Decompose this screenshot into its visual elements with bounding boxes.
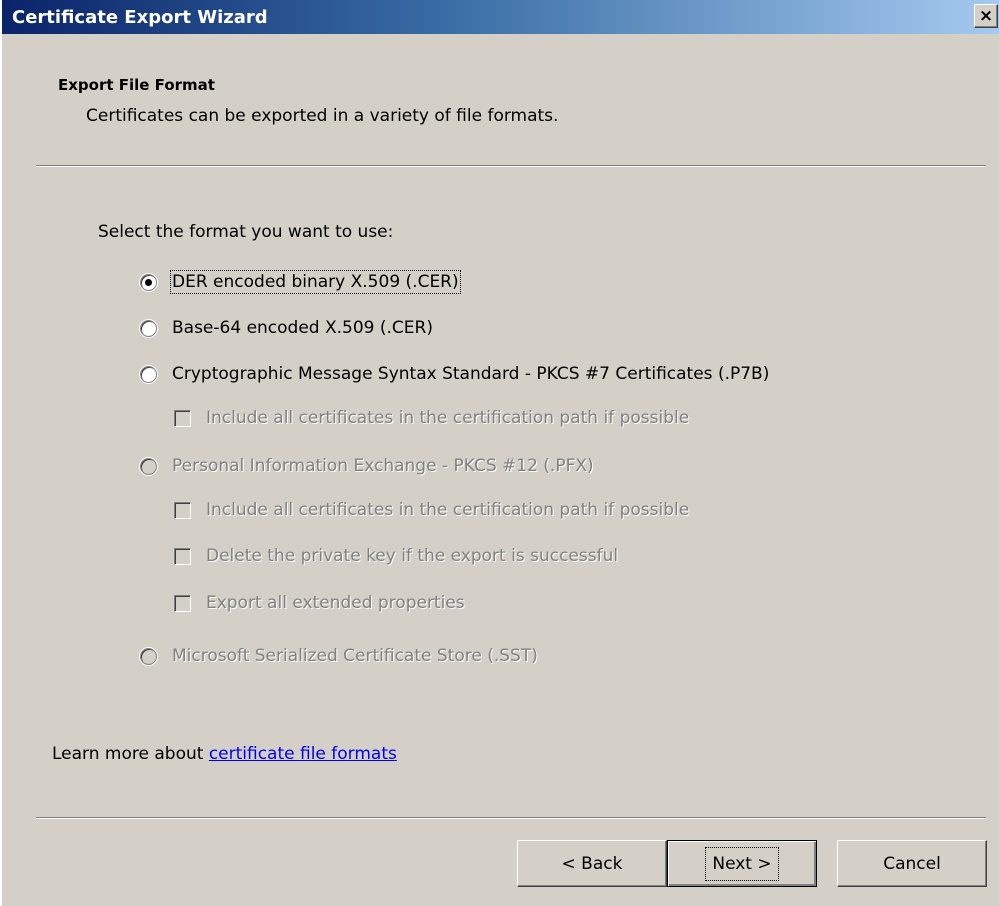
checkbox-pfx-include-path-label: Include all certificates in the certific…: [206, 500, 690, 520]
learn-more-text: Learn more about certificate file format…: [52, 744, 397, 764]
radio-pkcs7-p7b-label[interactable]: Cryptographic Message Syntax Standard - …: [172, 364, 769, 384]
certificate-export-wizard-window: Certificate Export Wizard × Export File …: [0, 0, 999, 906]
title-bar[interactable]: Certificate Export Wizard ×: [2, 0, 999, 34]
radio-der-cer[interactable]: DER encoded binary X.509 (.CER): [140, 270, 461, 294]
radio-pkcs7-p7b-indicator[interactable]: [140, 365, 157, 383]
checkbox-pfx-include-path-box: [174, 501, 191, 519]
radio-pkcs12-pfx-indicator: [140, 457, 157, 475]
radio-sst-label: Microsoft Serialized Certificate Store (…: [172, 646, 538, 666]
back-button-label[interactable]: < Back: [562, 854, 623, 874]
radio-pkcs12-pfx: Personal Information Exchange - PKCS #12…: [140, 456, 594, 476]
cancel-button[interactable]: Cancel: [837, 840, 987, 887]
close-icon: ×: [978, 5, 994, 26]
format-prompt: Select the format you want to use:: [98, 222, 394, 242]
checkbox-delete-private-key: Delete the private key if the export is …: [174, 546, 618, 566]
learn-more-prefix: Learn more about: [52, 744, 209, 764]
radio-pkcs7-p7b[interactable]: Cryptographic Message Syntax Standard - …: [140, 364, 769, 384]
radio-base64-cer-indicator[interactable]: [140, 319, 157, 337]
radio-base64-cer[interactable]: Base-64 encoded X.509 (.CER): [140, 318, 433, 338]
radio-sst: Microsoft Serialized Certificate Store (…: [140, 646, 538, 666]
checkbox-p7b-include-path-label: Include all certificates in the certific…: [206, 408, 690, 428]
checkbox-pfx-include-path: Include all certificates in the certific…: [174, 500, 689, 520]
checkbox-export-extended-properties: Export all extended properties: [174, 593, 465, 613]
radio-pkcs12-pfx-label: Personal Information Exchange - PKCS #12…: [172, 456, 594, 476]
next-button-label[interactable]: Next >: [705, 846, 779, 881]
radio-base64-cer-label[interactable]: Base-64 encoded X.509 (.CER): [172, 318, 433, 338]
checkbox-delete-private-key-label: Delete the private key if the export is …: [206, 546, 619, 566]
next-button[interactable]: Next >: [667, 840, 817, 887]
checkbox-export-extended-properties-box: [174, 594, 191, 612]
header-separator: [36, 165, 986, 167]
checkbox-export-extended-properties-label: Export all extended properties: [206, 593, 465, 613]
footer-separator: [36, 817, 986, 819]
page-title: Export File Format: [58, 76, 215, 94]
page-subtitle: Certificates can be exported in a variet…: [86, 106, 559, 126]
back-button[interactable]: < Back: [517, 840, 667, 887]
close-button[interactable]: ×: [974, 4, 998, 28]
window-title: Certificate Export Wizard: [12, 7, 268, 28]
radio-der-cer-label[interactable]: DER encoded binary X.509 (.CER): [170, 270, 461, 294]
checkbox-p7b-include-path: Include all certificates in the certific…: [174, 408, 689, 428]
radio-der-cer-indicator[interactable]: [140, 273, 157, 291]
cancel-button-label[interactable]: Cancel: [883, 854, 941, 874]
checkbox-p7b-include-path-box: [174, 409, 191, 427]
radio-sst-indicator: [140, 647, 157, 665]
certificate-file-formats-link[interactable]: certificate file formats: [209, 744, 397, 764]
checkbox-delete-private-key-box: [174, 547, 191, 565]
